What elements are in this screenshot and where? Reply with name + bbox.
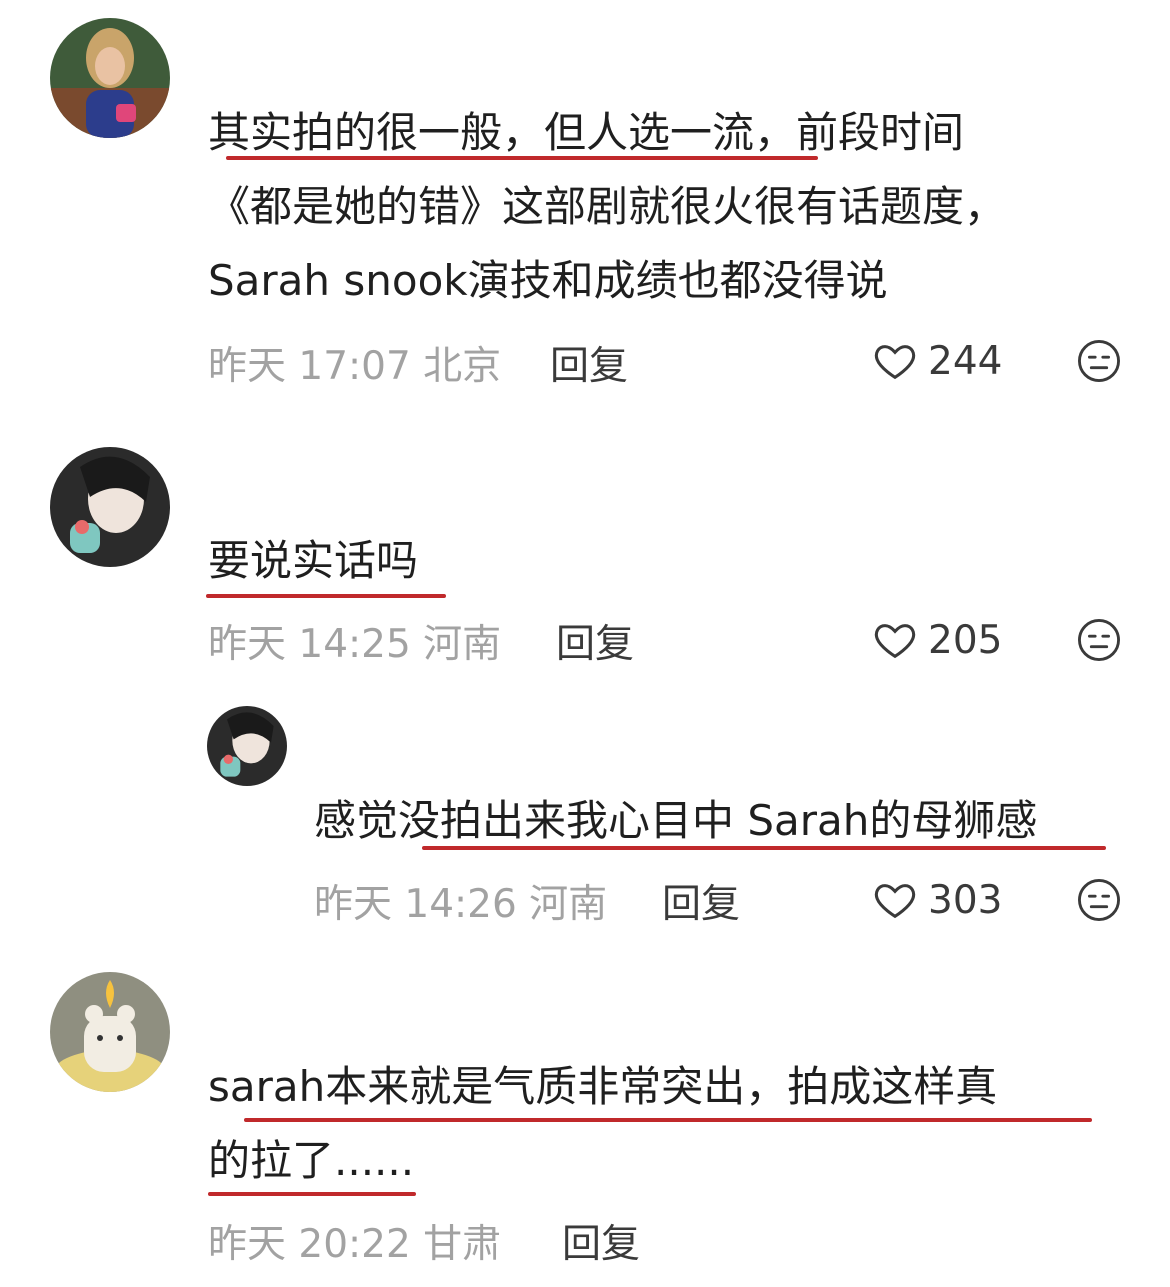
heart-outline-icon	[874, 884, 916, 919]
avatar[interactable]	[50, 972, 170, 1092]
reply-button[interactable]: 回复	[550, 335, 628, 391]
avatar[interactable]	[50, 18, 170, 138]
comment-meta: 昨天 14:25 河南	[208, 622, 502, 667]
comment-text: 《都是她的错》这部剧就很火很有话题度，	[208, 182, 1007, 231]
like-count: 244	[928, 338, 1003, 384]
comment-text: Sarah snook演技和成绩也都没得说	[208, 256, 888, 305]
reply-button[interactable]: 回复	[662, 873, 740, 929]
avatar-image	[50, 447, 170, 567]
like-count: 205	[928, 617, 1003, 663]
reply-button[interactable]: 回复	[556, 613, 634, 669]
highlight-underline	[208, 1192, 416, 1196]
avatar[interactable]	[50, 447, 170, 567]
avatar-image	[207, 706, 287, 786]
avatar-image	[50, 972, 170, 1092]
highlight-underline	[244, 1118, 1092, 1122]
reply-button[interactable]: 回复	[562, 1213, 640, 1269]
comment-text: 要说实话吗	[208, 536, 419, 585]
highlight-underline	[206, 594, 446, 598]
like-button[interactable]: 303	[872, 877, 1002, 923]
heart-outline-icon	[874, 624, 916, 659]
neutral-face-icon[interactable]	[1076, 338, 1122, 384]
avatar-image	[50, 18, 170, 138]
highlight-underline	[226, 156, 818, 160]
neutral-face-icon[interactable]	[1076, 877, 1122, 923]
heart-outline-icon	[874, 345, 916, 380]
like-button[interactable]: 205	[872, 617, 1002, 663]
avatar[interactable]	[207, 706, 287, 786]
neutral-face-icon[interactable]	[1076, 617, 1122, 663]
comment-meta: 昨天 14:26 河南	[314, 882, 608, 927]
comment-meta: 昨天 20:22 甘肃	[208, 1222, 502, 1267]
comment-text: sarah本来就是气质非常突出，拍成这样真	[208, 1062, 998, 1111]
like-button[interactable]: 244	[872, 338, 1002, 384]
comment-meta: 昨天 17:07 北京	[208, 344, 502, 389]
comment-text: 的拉了......	[208, 1136, 415, 1185]
highlight-underline	[422, 846, 1106, 850]
like-count: 303	[928, 877, 1003, 923]
